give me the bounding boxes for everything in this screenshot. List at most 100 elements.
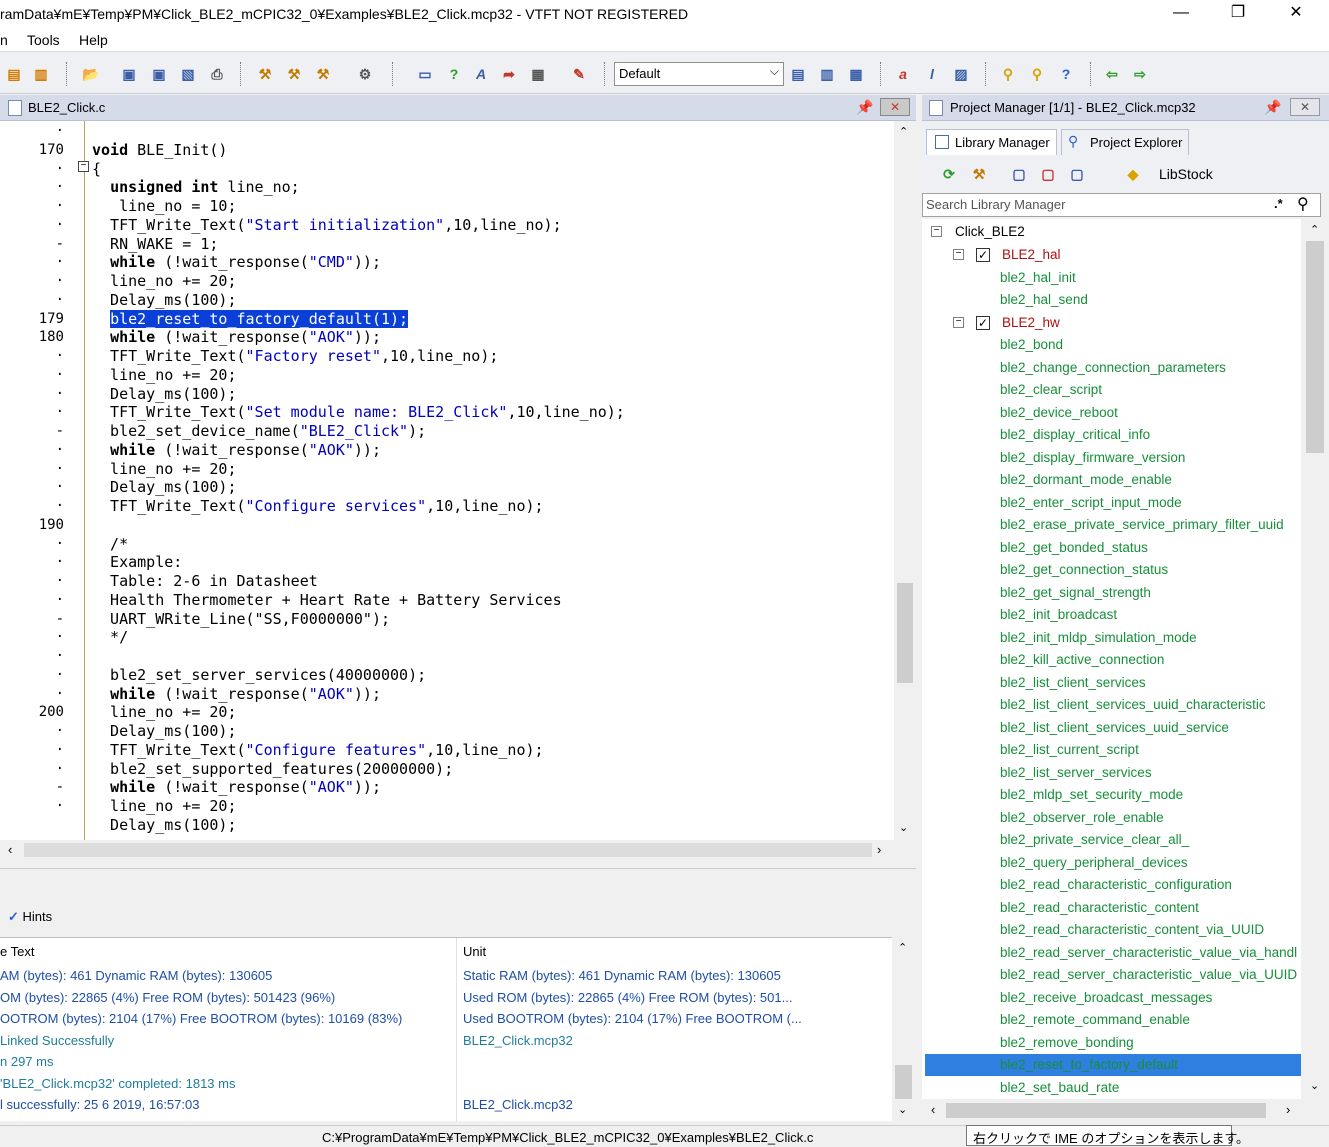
new-unit-icon[interactable]: ▤ bbox=[3, 63, 25, 85]
message-row[interactable]: OM (bytes): 22865 (4%) Free ROM (bytes):… bbox=[0, 990, 892, 1012]
tree-function-node[interactable]: ble2_kill_active_connection bbox=[1000, 649, 1164, 672]
code-line[interactable]: line_no = 10; bbox=[92, 197, 236, 216]
layout-grid-icon[interactable]: ▦ bbox=[845, 63, 867, 85]
editor-horizontal-scrollbar[interactable]: ‹ › bbox=[0, 840, 894, 860]
tree-function-node[interactable]: ble2_display_critical_info bbox=[1000, 424, 1150, 447]
rebuild-icon[interactable]: ⚒ bbox=[968, 163, 990, 185]
column-header-unit[interactable]: Unit bbox=[463, 944, 486, 959]
scroll-left-icon[interactable]: ‹ bbox=[931, 1102, 935, 1117]
menu-item-run[interactable]: n bbox=[0, 32, 8, 48]
scroll-down-icon[interactable]: ⌄ bbox=[899, 821, 908, 834]
code-line[interactable]: Table: 2-6 in Datasheet bbox=[92, 572, 318, 591]
libstock-icon[interactable]: ◆ bbox=[1122, 163, 1144, 185]
tree-function-node[interactable]: ble2_change_connection_parameters bbox=[1000, 357, 1226, 380]
code-line[interactable]: while (!wait_response("CMD")); bbox=[92, 253, 381, 272]
print-icon[interactable]: ⎙ bbox=[206, 63, 228, 85]
font-icon[interactable]: A bbox=[470, 63, 492, 85]
pin-icon[interactable]: 📌 bbox=[856, 99, 873, 116]
tree-function-node[interactable]: ble2_init_mldp_simulation_mode bbox=[1000, 627, 1197, 650]
tree-function-node[interactable]: ble2_list_client_services_uuid_character… bbox=[1000, 694, 1266, 717]
message-row[interactable]: 'BLE2_Click.mcp32' completed: 1813 ms bbox=[0, 1076, 892, 1098]
tree-function-node[interactable]: ble2_reset_to_factory_default bbox=[1000, 1054, 1178, 1077]
code-line[interactable]: while (!wait_response("AOK")); bbox=[92, 441, 381, 460]
layout-combo[interactable]: Default ⌵ bbox=[614, 62, 784, 86]
libstock-button[interactable]: LibStock bbox=[1159, 166, 1213, 182]
tree-vertical-scrollbar[interactable]: ⌃ ⌄ bbox=[1301, 219, 1329, 1099]
scroll-thumb[interactable] bbox=[946, 1103, 1266, 1118]
tree-function-node[interactable]: ble2_display_firmware_version bbox=[1000, 447, 1185, 470]
code-line[interactable]: */ bbox=[92, 628, 128, 647]
save-icon[interactable]: ▣ bbox=[118, 63, 140, 85]
scroll-up-icon[interactable]: ⌃ bbox=[1310, 223, 1319, 236]
find-icon[interactable]: ⚲ bbox=[997, 63, 1019, 85]
code-line[interactable]: ble2_reset_to_factory_default(1); bbox=[92, 309, 409, 329]
code-line[interactable]: Delay_ms(100); bbox=[92, 722, 236, 741]
code-line[interactable]: TFT_Write_Text("Start initialization",10… bbox=[92, 216, 562, 235]
help-arrow-icon[interactable]: ? bbox=[443, 63, 465, 85]
back-icon[interactable]: ⇦ bbox=[1101, 63, 1123, 85]
scroll-thumb[interactable] bbox=[24, 843, 872, 857]
tree-function-node[interactable]: ble2_device_reboot bbox=[1000, 402, 1118, 425]
tree-function-node[interactable]: ble2_hal_send bbox=[1000, 289, 1088, 312]
scroll-up-icon[interactable]: ⌃ bbox=[899, 125, 908, 138]
program-icon[interactable]: ⚙ bbox=[354, 63, 376, 85]
editor-vertical-scrollbar[interactable]: ⌃ ⌄ bbox=[894, 121, 916, 840]
code-line[interactable]: UART_WRite_Line("SS,F0000000"); bbox=[92, 610, 390, 629]
checkbox[interactable]: ✓ bbox=[976, 248, 990, 262]
message-row[interactable]: l successfully: 25 6 2019, 16:57:03 BLE2_… bbox=[0, 1097, 892, 1119]
tree-horizontal-scrollbar[interactable]: ‹ › bbox=[922, 1099, 1329, 1123]
code-line[interactable]: ble2_set_device_name("BLE2_Click"); bbox=[92, 422, 426, 441]
open-folder-icon[interactable]: 📂 bbox=[80, 63, 102, 85]
tree-function-node[interactable]: ble2_private_service_clear_all_ bbox=[1000, 829, 1189, 852]
tree-function-node[interactable]: ble2_list_client_services_uuid_service bbox=[1000, 717, 1229, 740]
tree-function-node[interactable]: ble2_get_signal_strength bbox=[1000, 582, 1151, 605]
export-icon[interactable]: ➦ bbox=[498, 63, 520, 85]
forward-icon[interactable]: ⇨ bbox=[1129, 63, 1151, 85]
check-all-icon[interactable]: ▢ bbox=[1008, 163, 1030, 185]
tree-function-node[interactable]: ble2_get_bonded_status bbox=[1000, 537, 1148, 560]
tree-function-node[interactable]: ble2_remove_bonding bbox=[1000, 1032, 1134, 1055]
code-line[interactable]: ble2_set_server_services(40000000); bbox=[92, 666, 426, 685]
tree-function-node[interactable]: ble2_list_server_services bbox=[1000, 762, 1152, 785]
uncheck-all-icon[interactable]: ▢ bbox=[1037, 163, 1059, 185]
asm-icon[interactable]: a bbox=[892, 63, 914, 85]
scroll-right-icon[interactable]: › bbox=[877, 842, 881, 857]
tree-function-node[interactable]: ble2_read_server_characteristic_value_vi… bbox=[1000, 942, 1297, 965]
tree-function-node[interactable]: ble2_list_client_services bbox=[1000, 672, 1146, 695]
scroll-down-icon[interactable]: ⌄ bbox=[1310, 1079, 1319, 1092]
code-line[interactable]: /* bbox=[92, 535, 128, 554]
tools-icon[interactable]: ✎ bbox=[568, 63, 590, 85]
code-line[interactable]: unsigned int line_no; bbox=[92, 178, 300, 197]
screen-icon[interactable]: ▭ bbox=[414, 63, 436, 85]
code-line[interactable]: TFT_Write_Text("Configure features",10,l… bbox=[92, 741, 544, 760]
column-header-text[interactable]: e Text bbox=[0, 944, 34, 959]
layout-icon[interactable]: ▤ bbox=[787, 63, 809, 85]
checkbox[interactable]: ✓ bbox=[976, 315, 990, 330]
code-line[interactable]: line_no += 20; bbox=[92, 703, 236, 722]
scroll-right-icon[interactable]: › bbox=[1286, 1102, 1290, 1117]
message-row[interactable]: OOTROM (bytes): 2104 (17%) Free BOOTROM … bbox=[0, 1011, 892, 1033]
tree-function-node[interactable]: ble2_set_baud_rate bbox=[1000, 1077, 1119, 1100]
code-line[interactable]: TFT_Write_Text("Configure services",10,l… bbox=[92, 497, 544, 516]
code-line[interactable]: while (!wait_response("AOK")); bbox=[92, 685, 381, 704]
code-line[interactable]: line_no += 20; bbox=[92, 797, 236, 816]
save-as-icon[interactable]: ▧ bbox=[177, 63, 199, 85]
messages-vertical-scrollbar[interactable]: ⌃ ⌄ bbox=[892, 937, 916, 1121]
tree-root[interactable]: Click_BLE2 bbox=[955, 221, 1025, 244]
code-line[interactable]: while (!wait_response("AOK")); bbox=[92, 778, 381, 797]
code-line[interactable]: Delay_ms(100); bbox=[92, 385, 236, 404]
options-icon[interactable]: ▦ bbox=[527, 63, 549, 85]
help-icon[interactable]: ? bbox=[1055, 63, 1077, 85]
close-icon[interactable]: ✕ bbox=[880, 98, 910, 116]
menu-item-tools[interactable]: Tools bbox=[27, 32, 60, 48]
build-all-icon[interactable]: ⚒ bbox=[283, 63, 305, 85]
code-line[interactable]: line_no += 20; bbox=[92, 460, 236, 479]
tree-function-node[interactable]: ble2_read_server_characteristic_value_vi… bbox=[1000, 964, 1297, 987]
save-all-icon[interactable]: ▣ bbox=[148, 63, 170, 85]
code-line[interactable]: Health Thermometer + Heart Rate + Batter… bbox=[92, 591, 562, 610]
tree-function-node[interactable]: ble2_clear_script bbox=[1000, 379, 1102, 402]
code-line[interactable]: RN_WAKE = 1; bbox=[92, 235, 218, 254]
tree-function-node[interactable]: ble2_list_current_script bbox=[1000, 739, 1139, 762]
code-line[interactable]: Example: bbox=[92, 553, 182, 572]
tree-function-node[interactable]: ble2_receive_broadcast_messages bbox=[1000, 987, 1212, 1010]
